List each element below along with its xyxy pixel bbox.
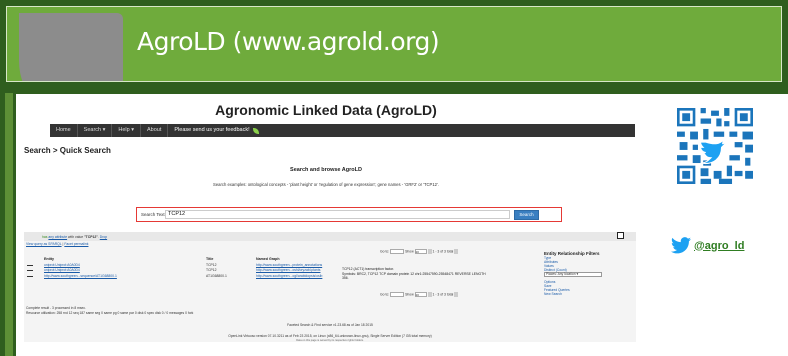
nav-about[interactable]: About <box>141 124 169 137</box>
any-attribute-link[interactable]: any attribute <box>48 235 67 239</box>
summary-value: "TCP12" <box>84 235 98 239</box>
goto-label: Go to: <box>380 292 390 297</box>
graph-link[interactable]: http://www.southgreen...oshl/oryzabl.pla… <box>256 268 320 272</box>
search-box: Search Text TCP12 Search <box>136 207 562 222</box>
range-text: 1 - 3 of 3 total <box>432 249 454 254</box>
graph-link[interactable]: http://www.southgreen...ogl/arabidopsis/… <box>256 274 322 278</box>
search-button[interactable]: Search <box>514 210 539 220</box>
prev-page-button[interactable] <box>427 292 432 297</box>
panel-toggle-icon[interactable] <box>617 232 624 239</box>
right-panel: @agro_ld <box>636 94 788 356</box>
col-title[interactable]: Title <box>206 257 213 261</box>
nav-help[interactable]: Help ▾ <box>112 124 142 137</box>
left-frame-column <box>5 93 13 356</box>
banner-panel: AgroLD (www.agrold.org) <box>6 6 782 82</box>
summary-mid: with value <box>68 235 84 239</box>
breadcrumb-heading: Search > Quick Search <box>24 146 111 155</box>
entity-link[interactable]: uniprot:Uniprot:A0A0D4 <box>44 263 80 267</box>
twitter-handle-link[interactable]: @agro_ld <box>694 240 744 252</box>
row-dash <box>27 265 33 266</box>
nav-search[interactable]: Search ▾ <box>78 124 113 137</box>
goto-input[interactable] <box>390 249 405 254</box>
row-title: AT1G68800.1 <box>206 274 227 278</box>
results-links: View query as SPARQL | Facet permalink <box>26 242 89 246</box>
page-title: Agronomic Linked Data (AgroLD) <box>215 102 437 118</box>
drop-link[interactable]: Drop <box>100 235 107 239</box>
places-value: Any location <box>557 272 576 276</box>
show-count-select[interactable]: 20 <box>414 249 427 254</box>
search-title: Search and browse AgroLD <box>290 167 362 173</box>
view-sparql-link[interactable]: View query as SPARQL <box>26 242 62 246</box>
search-examples: Search examples: ontological concepts - … <box>213 182 439 187</box>
nav-feedback[interactable]: Please send us your feedback! <box>168 124 255 137</box>
places-dropdown[interactable]: Places: Any location ▾ <box>544 272 602 277</box>
pager-top: Go to: Show 20 1 - 3 of 3 total <box>380 249 459 254</box>
nav-help-label: Help <box>118 127 130 133</box>
next-page-button[interactable] <box>454 292 459 297</box>
entity-link[interactable]: http://www.southgreen...sequence/AT1G688… <box>44 274 117 278</box>
description-line: TCP12 (ACT1) transcription factor. <box>342 267 395 271</box>
graph-link[interactable]: http://www.southgreen...protein_annotati… <box>256 263 322 267</box>
footer-line: Data on this page is owned by its respec… <box>296 339 364 342</box>
twitter-bird-icon <box>671 237 691 254</box>
description-line: Symbols: BRC2, TCP12 TCP domain protein … <box>342 272 486 280</box>
entity-link[interactable]: uniprot:Uniprot:A0A0D4 <box>44 268 80 272</box>
goto-input[interactable] <box>390 292 405 297</box>
range-text: 1 - 3 of 3 total <box>432 292 454 297</box>
banner-title: AgroLD (www.agrold.org) <box>137 27 440 56</box>
prev-page-button[interactable] <box>427 249 432 254</box>
nav-search-label: Search <box>83 127 102 133</box>
site-banner: AgroLD (www.agrold.org) <box>0 0 788 88</box>
row-dash <box>27 276 33 277</box>
search-input[interactable]: TCP12 <box>165 210 510 219</box>
pager-bottom: Go to: Show 20 1 - 3 of 3 total <box>380 292 459 297</box>
results-panel: has any attribute with value "TCP12". Dr… <box>24 232 636 342</box>
entity-filters-panel: Entity Relationship Filters Type Attribu… <box>544 251 604 311</box>
next-page-button[interactable] <box>454 249 459 254</box>
col-entity[interactable]: Entity <box>44 257 54 261</box>
new-search-link[interactable]: New Search <box>544 292 604 296</box>
status-line: Resource utilization: 258 rnd 12 seq 187… <box>26 311 194 315</box>
show-label: Show <box>405 249 414 254</box>
summary-prefix: has <box>42 235 48 239</box>
search-label: Search Text <box>141 212 165 217</box>
agrold-page: Agronomic Linked Data (AgroLD) Home Sear… <box>16 94 636 356</box>
twitter-link-group[interactable]: @agro_ld <box>671 237 744 254</box>
places-label: Places <box>546 272 556 276</box>
col-named-graph[interactable]: Named Graph <box>256 257 280 261</box>
results-topbar <box>24 232 636 241</box>
show-label: Show <box>405 292 414 297</box>
facet-permalink[interactable]: Facet permalink <box>64 242 88 246</box>
banner-logo-shape <box>19 13 123 81</box>
nav-bar: Home Search ▾ Help ▾ About Please send u… <box>50 124 635 137</box>
row-title: TCP12 <box>206 268 217 272</box>
goto-label: Go to: <box>380 249 390 254</box>
results-summary: has any attribute with value "TCP12". Dr… <box>42 235 108 239</box>
row-dash <box>27 270 33 271</box>
nav-home[interactable]: Home <box>50 124 78 137</box>
show-count-select[interactable]: 20 <box>414 292 427 297</box>
footer-line: OpenLink Virtuoso version 07.10.3211 as … <box>228 334 432 338</box>
row-title: TCP12 <box>206 263 217 267</box>
status-line: Complete result - 3 processed in 8 msec. <box>26 306 86 310</box>
filters-title: Entity Relationship Filters <box>544 251 600 256</box>
qr-code-icon[interactable] <box>677 108 753 184</box>
footer-line: Faceted Search & Find service v1.23.68 a… <box>287 323 373 327</box>
